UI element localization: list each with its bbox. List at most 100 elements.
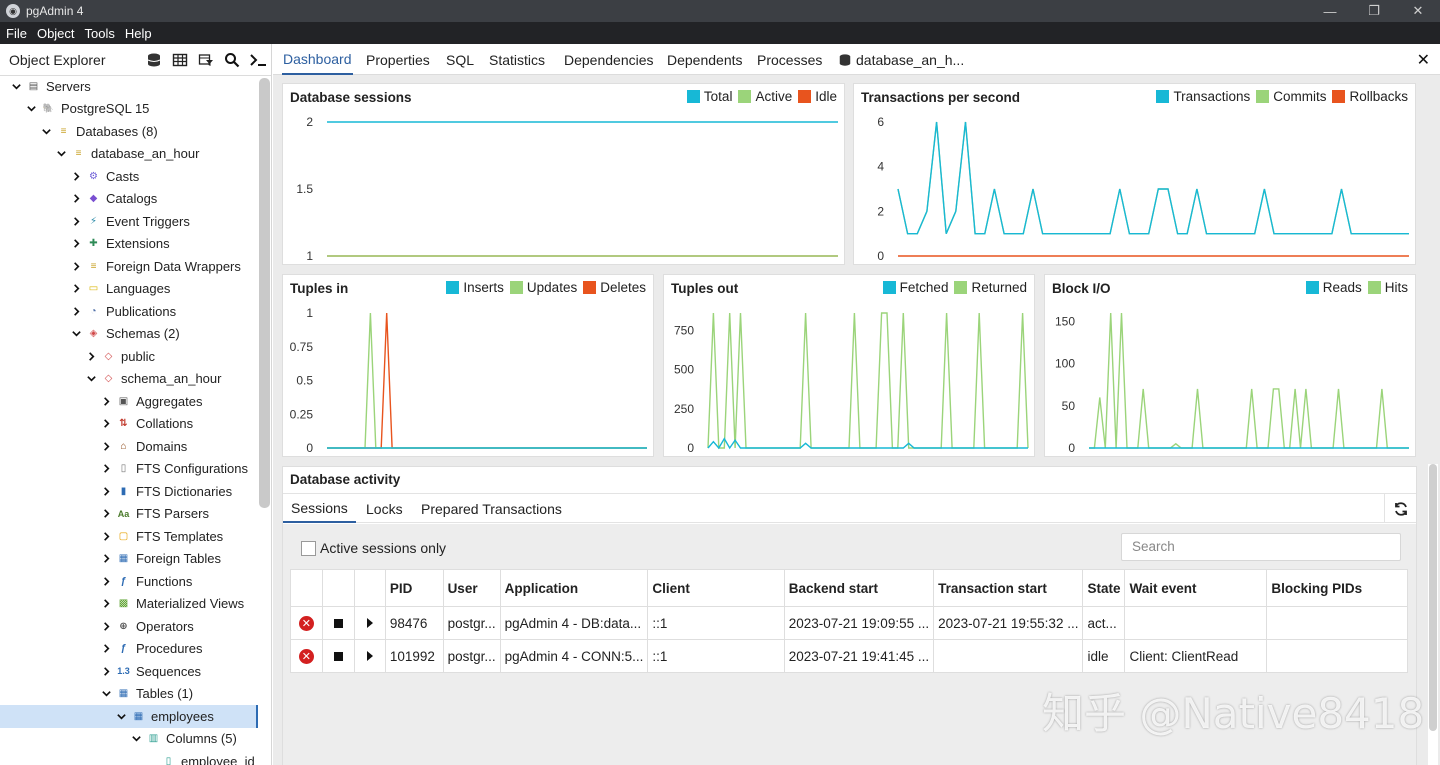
col-user[interactable]: User xyxy=(442,569,501,607)
tree-item-postgresql-15[interactable]: 🐘 PostgreSQL 15 xyxy=(0,98,258,121)
tab-dependencies[interactable]: Dependencies xyxy=(564,44,654,75)
chevron-right-icon[interactable] xyxy=(100,620,112,632)
cancel-query-button[interactable] xyxy=(321,606,355,640)
tree-item-foreign-tables[interactable]: ▦ Foreign Tables xyxy=(0,548,258,571)
dashboard-scrollbar-thumb[interactable] xyxy=(1429,464,1437,731)
legend-swatch[interactable] xyxy=(798,90,812,103)
legend-swatch[interactable] xyxy=(882,281,896,294)
menu-object[interactable]: Object xyxy=(37,26,75,41)
close-tab-icon[interactable]: ✕ xyxy=(1417,50,1430,70)
col-backend-start[interactable]: Backend start xyxy=(783,569,935,607)
tree-item-columns-5[interactable]: ▥ Columns (5) xyxy=(0,728,258,751)
tree-item-materialized-views[interactable]: ▩ Materialized Views xyxy=(0,593,258,616)
chevron-right-icon[interactable] xyxy=(100,665,112,677)
chevron-down-icon[interactable] xyxy=(130,733,142,745)
chevron-right-icon[interactable] xyxy=(100,418,112,430)
col-transaction-start[interactable]: Transaction start xyxy=(933,569,1084,607)
legend-swatch[interactable] xyxy=(1332,90,1346,103)
chevron-right-icon[interactable] xyxy=(100,440,112,452)
tree-item-operators[interactable]: ⊕ Operators xyxy=(0,615,258,638)
terminate-session-button[interactable]: ✕ xyxy=(290,606,323,640)
menu-help[interactable]: Help xyxy=(125,26,152,41)
chevron-right-icon[interactable] xyxy=(70,283,82,295)
legend-swatch[interactable] xyxy=(1156,90,1170,103)
chevron-right-icon[interactable] xyxy=(70,170,82,182)
chevron-down-icon[interactable] xyxy=(10,80,22,92)
col-wait-event[interactable]: Wait event xyxy=(1124,569,1268,607)
legend-swatch[interactable] xyxy=(738,90,752,103)
tree-item-aggregates[interactable]: ▣ Aggregates xyxy=(0,390,258,413)
chevron-right-icon[interactable] xyxy=(70,193,82,205)
tree-item-catalogs[interactable]: ◆ Catalogs xyxy=(0,188,258,211)
expand-row-button[interactable] xyxy=(353,606,386,640)
col-blocking-pids[interactable]: Blocking PIDs xyxy=(1266,569,1408,607)
chevron-right-icon[interactable] xyxy=(100,598,112,610)
tree-item-collations[interactable]: ⇅ Collations xyxy=(0,413,258,436)
tree-item-procedures[interactable]: ƒ Procedures xyxy=(0,638,258,661)
tree-item-servers[interactable]: ▤ Servers xyxy=(0,76,258,98)
chevron-down-icon[interactable] xyxy=(40,125,52,137)
view-data-grid-icon[interactable] xyxy=(167,47,193,73)
filter-rows-icon[interactable] xyxy=(193,47,219,73)
chevron-right-icon[interactable] xyxy=(100,643,112,655)
chevron-down-icon[interactable] xyxy=(55,148,67,160)
tree-scrollbar[interactable] xyxy=(259,78,270,508)
tree-item-fts-dictionaries[interactable]: ▮ FTS Dictionaries xyxy=(0,480,258,503)
col-client[interactable]: Client xyxy=(647,569,785,607)
subtab-locks[interactable]: Locks xyxy=(366,494,403,523)
tree-item-databases-8[interactable]: ≡ Databases (8) xyxy=(0,120,258,143)
chevron-right-icon[interactable] xyxy=(70,305,82,317)
tree-item-employee-id[interactable]: ▯ employee_id xyxy=(0,750,258,765)
tree-item-functions[interactable]: ƒ Functions xyxy=(0,570,258,593)
col-application[interactable]: Application xyxy=(499,569,649,607)
chevron-down-icon[interactable] xyxy=(70,328,82,340)
menu-file[interactable]: File xyxy=(6,26,27,41)
sessions-search-input[interactable]: Search xyxy=(1121,533,1401,561)
menu-tools[interactable]: Tools xyxy=(85,26,115,41)
refresh-button[interactable] xyxy=(1384,494,1416,523)
subtab-prepared-transactions[interactable]: Prepared Transactions xyxy=(421,494,562,523)
col-pid[interactable]: PID xyxy=(384,569,444,607)
chevron-right-icon[interactable] xyxy=(100,395,112,407)
legend-swatch[interactable] xyxy=(446,281,460,294)
psql-terminal-icon[interactable] xyxy=(245,47,271,73)
chevron-right-icon[interactable] xyxy=(100,508,112,520)
tab-sql[interactable]: SQL xyxy=(446,44,474,75)
minimize-button[interactable]: — xyxy=(1310,0,1350,22)
chevron-down-icon[interactable] xyxy=(115,710,127,722)
search-icon[interactable] xyxy=(219,47,245,73)
chevron-right-icon[interactable] xyxy=(85,350,97,362)
tab-processes[interactable]: Processes xyxy=(757,44,822,75)
legend-swatch[interactable] xyxy=(1367,281,1381,294)
chevron-down-icon[interactable] xyxy=(100,688,112,700)
tree-item-schema-an-hour[interactable]: ◇ schema_an_hour xyxy=(0,368,258,391)
legend-swatch[interactable] xyxy=(1305,281,1319,294)
tree-item-tables-1[interactable]: ▦ Tables (1) xyxy=(0,683,258,706)
chevron-right-icon[interactable] xyxy=(100,575,112,587)
dashboard-scrollbar[interactable] xyxy=(1428,464,1438,765)
table-row[interactable]: ✕ 101992 postgr... pgAdmin 4 - CONN:5...… xyxy=(290,639,1408,673)
tree-item-extensions[interactable]: ✚ Extensions xyxy=(0,233,258,256)
subtab-sessions[interactable]: Sessions xyxy=(283,494,356,523)
tab-dashboard[interactable]: Dashboard xyxy=(282,44,353,75)
tree-item-fts-templates[interactable]: ▢ FTS Templates xyxy=(0,525,258,548)
tree-item-publications[interactable]: ◔ Publications xyxy=(0,300,258,323)
tab-properties[interactable]: Properties xyxy=(366,44,430,75)
chevron-right-icon[interactable] xyxy=(70,215,82,227)
tree-item-fts-configurations[interactable]: ▯ FTS Configurations xyxy=(0,458,258,481)
tree-item-fts-parsers[interactable]: Aa FTS Parsers xyxy=(0,503,258,526)
query-tool-database-icon[interactable] xyxy=(141,47,167,73)
tree-item-languages[interactable]: ▭ Languages xyxy=(0,278,258,301)
tab-dependents[interactable]: Dependents xyxy=(667,44,743,75)
chevron-right-icon[interactable] xyxy=(70,238,82,250)
col-state[interactable]: State xyxy=(1082,569,1126,607)
chevron-right-icon[interactable] xyxy=(100,553,112,565)
tree-item-foreign-data-wrappers[interactable]: ≡ Foreign Data Wrappers xyxy=(0,255,258,278)
tree-item-employees[interactable]: ▦ employees xyxy=(0,705,258,728)
active-sessions-only-checkbox[interactable] xyxy=(301,540,316,556)
expand-row-button[interactable] xyxy=(353,639,386,673)
active-sessions-only-toggle[interactable]: Active sessions only xyxy=(301,540,446,556)
chevron-right-icon[interactable] xyxy=(70,260,82,272)
tab-query-database[interactable]: database_an_h... xyxy=(838,44,964,75)
close-window-button[interactable]: ✕ xyxy=(1398,0,1438,22)
